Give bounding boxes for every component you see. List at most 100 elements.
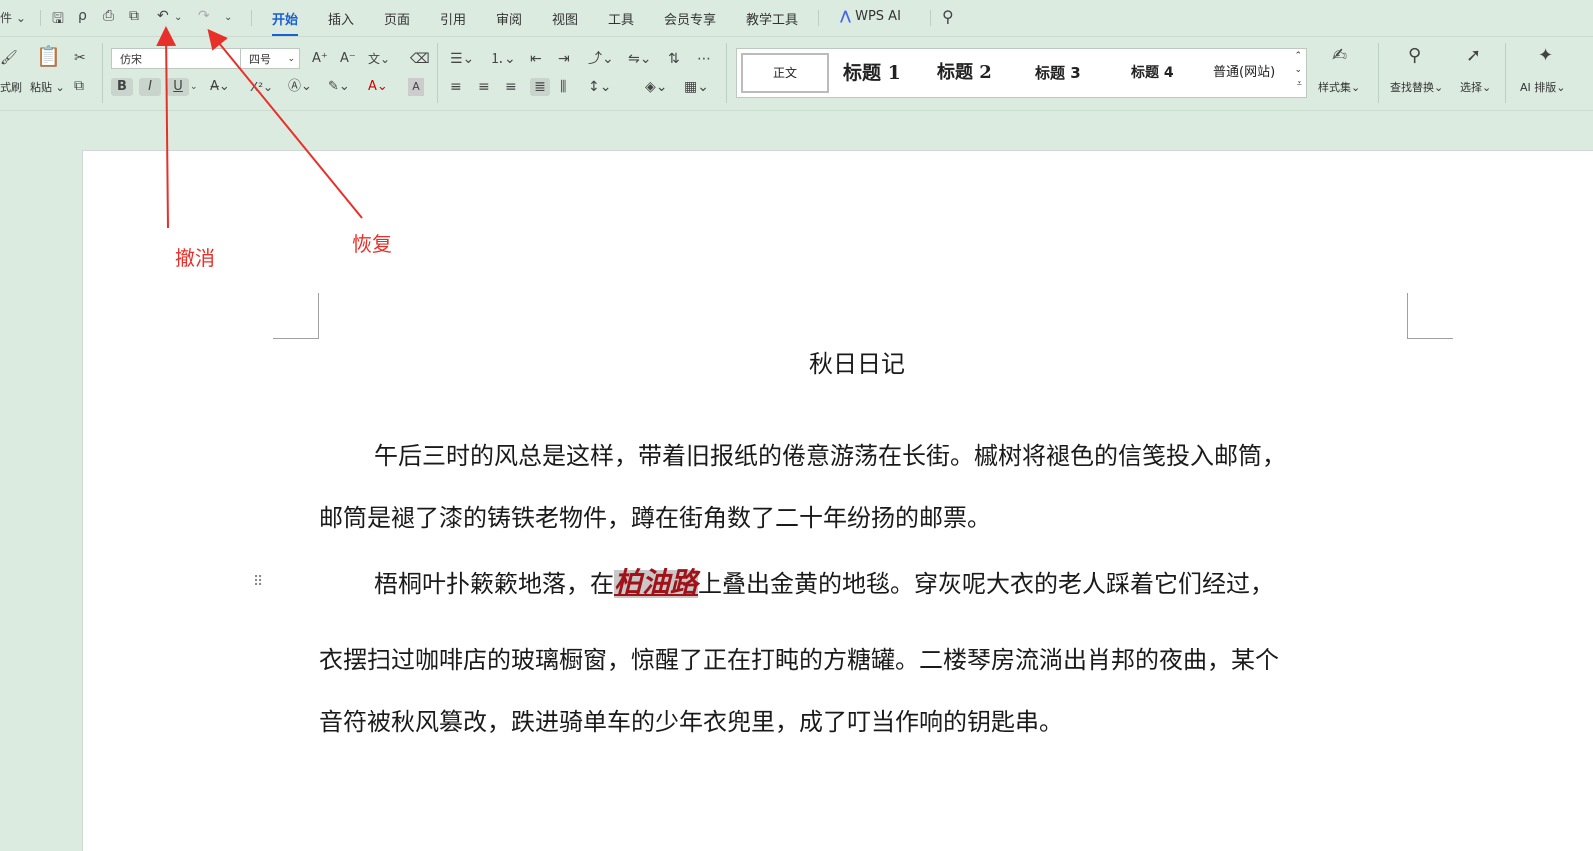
margin-corner-top-left	[273, 293, 319, 339]
underline-dropdown-icon[interactable]: ⌄	[190, 78, 198, 96]
shrink-font-icon[interactable]: A⁻	[340, 50, 356, 68]
paragraph-2-text-after: 上叠出金黄的地毯。穿灰呢大衣的老人踩着它们经过，	[698, 570, 1275, 598]
style-heading-2[interactable]: 标题 2	[937, 57, 992, 89]
select-button[interactable]: 选择⌄	[1460, 79, 1491, 95]
underline-button[interactable]: U	[167, 78, 189, 96]
wps-ai-logo-icon: ⋀	[840, 9, 851, 24]
separator	[1378, 43, 1379, 103]
separator	[251, 10, 252, 26]
bullet-list-icon[interactable]: ☰⌄	[450, 50, 474, 68]
document-page[interactable]: 秋日日记 午后三时的风总是这样，带着旧报纸的倦意游荡在长街。槭树将褪色的信笺投入…	[82, 150, 1593, 851]
align-left-icon[interactable]: ≡	[450, 78, 462, 96]
tab-home[interactable]: 开始	[272, 9, 299, 36]
drag-handle-icon[interactable]: ⠿	[253, 574, 263, 590]
italic-button[interactable]: I	[139, 78, 161, 96]
style-gallery: 正文 标题 1 标题 2 标题 3 标题 4 普通(网站) ⌃ ⌄ ⩡	[736, 48, 1307, 98]
font-family-select[interactable]: 仿宋	[111, 48, 241, 69]
align-justify-icon[interactable]: ≣	[530, 78, 550, 96]
align-right-icon[interactable]: ≡	[505, 78, 517, 96]
style-heading-3[interactable]: 标题 3	[1035, 57, 1081, 89]
separator	[437, 43, 438, 103]
search-icon[interactable]: ⚲	[942, 7, 954, 26]
style-set-button[interactable]: 样式集⌄	[1318, 79, 1360, 95]
paste-button[interactable]: 粘贴 ⌄	[30, 79, 65, 95]
paragraph-2-line-1[interactable]: 梧桐叶扑簌簌地落，在柏油路上叠出金黄的地毯。穿灰呢大衣的老人踩着它们经过，	[374, 543, 1274, 623]
increase-indent-icon[interactable]: ⇥	[558, 50, 570, 68]
superscript-icon[interactable]: X²⌄	[250, 78, 273, 96]
selected-text[interactable]: 柏油路	[614, 566, 698, 599]
tab-wps-ai[interactable]: ⋀ WPS AI	[840, 9, 901, 24]
style-normal[interactable]: 正文	[741, 53, 829, 93]
shading-icon[interactable]: ◈⌄	[645, 78, 668, 96]
save-icon[interactable]: 🖫	[52, 8, 64, 32]
redo-icon[interactable]: ↷	[198, 8, 210, 24]
gallery-expand-icon[interactable]: ⩡	[1297, 79, 1302, 89]
borders-icon[interactable]: ▦⌄	[684, 78, 709, 96]
text-direction-icon[interactable]: ⤴⌄	[588, 50, 614, 68]
copy-icon[interactable]: ⧉	[74, 77, 84, 95]
show-marks-icon[interactable]: ⋯	[697, 50, 711, 68]
paragraph-1-line-1[interactable]: 午后三时的风总是这样，带着旧报纸的倦意游荡在长街。槭树将褪色的信笺投入邮筒，	[374, 436, 1286, 471]
print-preview-icon[interactable]: ⧉	[129, 8, 139, 24]
gallery-scroll-down-icon[interactable]: ⌄	[1294, 65, 1302, 75]
style-set-icon[interactable]: ✍	[1332, 47, 1347, 65]
tab-page[interactable]: 页面	[384, 9, 410, 28]
font-color-icon[interactable]: A⌄	[368, 78, 388, 96]
align-center-icon[interactable]: ≡	[478, 78, 490, 96]
undo-dropdown-icon[interactable]: ⌄	[174, 12, 182, 23]
tab-teaching-tools[interactable]: 教学工具	[746, 9, 798, 28]
paragraph-2-line-2[interactable]: 衣摆扫过咖啡店的玻璃橱窗，惊醒了正在打盹的方糖罐。二楼琴房流淌出肖邦的夜曲，某个	[319, 640, 1279, 675]
decrease-indent-icon[interactable]: ⇤	[530, 50, 542, 68]
find-replace-icon[interactable]: ⚲	[1408, 47, 1421, 65]
redo-annotation: 恢复	[352, 232, 392, 256]
font-size-select[interactable]: 四号 ⌄	[240, 48, 300, 69]
gallery-scroll-up-icon[interactable]: ⌃	[1294, 51, 1302, 61]
char-shading-icon[interactable]: A	[408, 78, 424, 96]
separator	[818, 10, 819, 26]
style-heading-4[interactable]: 标题 4	[1131, 57, 1174, 89]
tab-references[interactable]: 引用	[440, 9, 466, 28]
title-bar: 件 ⌄ 🖫 ρ ⎙ ⧉ ↶ ⌄ ↷ ⌄ 开始 插入 页面 引用 审阅 视图 工具…	[0, 0, 1593, 37]
phonetic-guide-icon[interactable]: 文⌄	[368, 50, 390, 68]
separator	[930, 10, 931, 26]
grow-font-icon[interactable]: A⁺	[312, 50, 328, 68]
line-spacing-icon[interactable]: ↕⌄	[588, 78, 611, 96]
tab-view[interactable]: 视图	[552, 9, 578, 28]
format-painter-icon[interactable]: 🖌	[0, 49, 18, 67]
paragraph-2-text-before: 梧桐叶扑簌簌地落，在	[374, 570, 614, 598]
paste-icon[interactable]: 📋	[36, 46, 61, 66]
tab-insert[interactable]: 插入	[328, 9, 354, 28]
style-normal-web[interactable]: 普通(网站)	[1213, 57, 1275, 89]
ai-layout-button[interactable]: AI 排版⌄	[1520, 79, 1565, 95]
tab-member[interactable]: 会员专享	[664, 9, 716, 28]
style-heading-1[interactable]: 标题 1	[843, 57, 901, 89]
document-title[interactable]: 秋日日记	[809, 344, 905, 379]
separator	[40, 10, 41, 26]
ribbon-home: 🖌 式刷 📋 粘贴 ⌄ ✂ ⧉ 仿宋 四号 ⌄ A⁺ A⁻ 文⌄ ⌫ B I U …	[0, 37, 1593, 111]
select-cursor-icon[interactable]: ➚	[1466, 47, 1481, 65]
clear-format-icon[interactable]: ⌫	[410, 50, 430, 68]
print-icon[interactable]: ⎙	[103, 8, 114, 24]
paragraph-2-line-3[interactable]: 音符被秋风篡改，跌进骑单车的少年衣兜里，成了叮当作响的钥匙串。	[319, 702, 1063, 737]
tab-tools[interactable]: 工具	[608, 9, 634, 28]
highlight-color-icon[interactable]: ✎⌄	[328, 78, 350, 96]
find-replace-button[interactable]: 查找替换⌄	[1390, 79, 1443, 95]
export-pdf-icon[interactable]: ρ	[78, 8, 87, 24]
file-menu[interactable]: 件 ⌄	[0, 9, 26, 26]
tab-review[interactable]: 审阅	[496, 9, 522, 28]
separator	[102, 43, 103, 103]
distribute-icon[interactable]: ⫼	[560, 78, 566, 96]
undo-icon[interactable]: ↶	[157, 8, 169, 24]
selected-text-highlight[interactable]: 柏油路	[614, 566, 699, 599]
bold-button[interactable]: B	[111, 78, 133, 96]
paragraph-direction-icon[interactable]: ⇋⌄	[628, 50, 651, 68]
sort-icon[interactable]: ⇅	[668, 50, 680, 68]
strikethrough-icon[interactable]: A̶⌄	[210, 78, 230, 96]
cut-icon[interactable]: ✂	[74, 49, 86, 67]
ai-layout-icon[interactable]: ✦	[1538, 47, 1553, 65]
format-painter-label[interactable]: 式刷	[0, 79, 22, 95]
paragraph-1-line-2[interactable]: 邮筒是褪了漆的铸铁老物件，蹲在街角数了二十年纷扬的邮票。	[319, 498, 991, 533]
customize-chevron-icon[interactable]: ⌄	[224, 12, 232, 23]
numbered-list-icon[interactable]: ⒈⌄	[490, 50, 516, 68]
text-effect-icon[interactable]: Ⓐ⌄	[288, 78, 312, 96]
